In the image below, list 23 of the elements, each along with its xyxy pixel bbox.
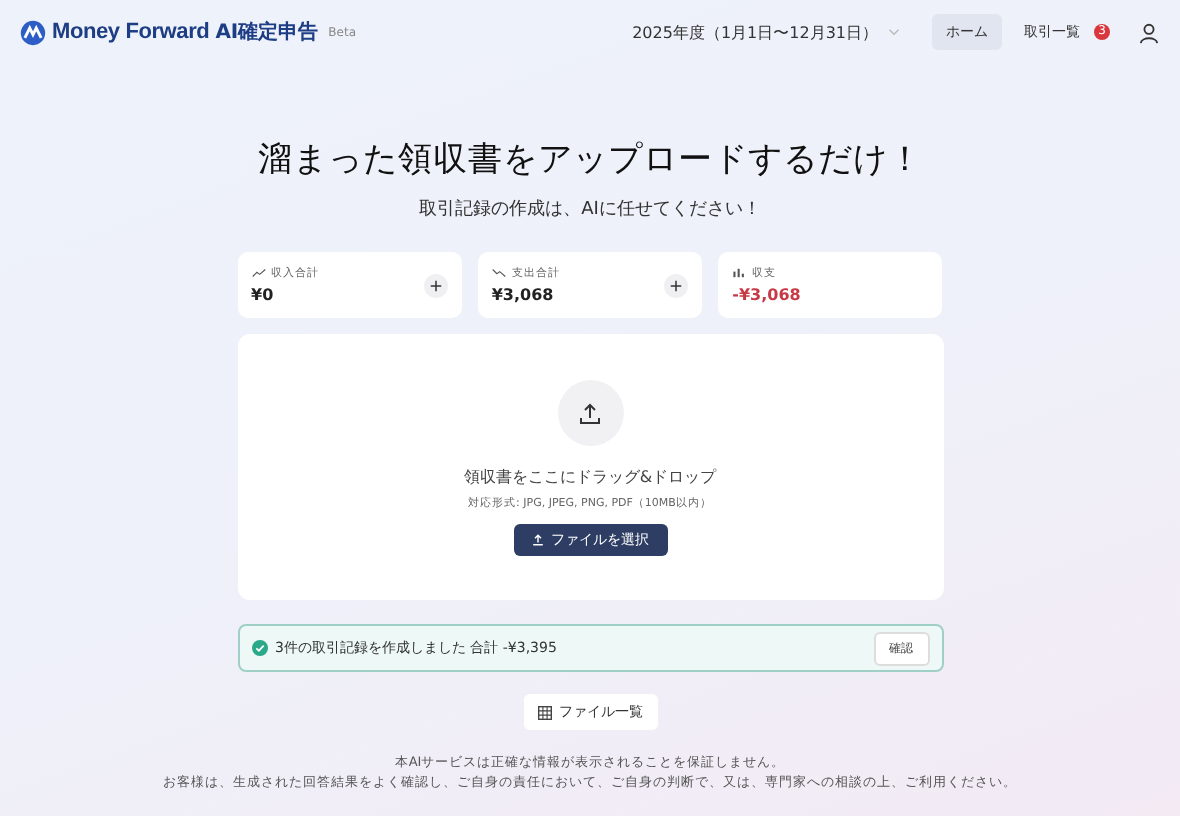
user-icon[interactable] [1138, 21, 1160, 43]
product-name: AI確定申告 [215, 18, 319, 46]
bar-chart-icon [732, 268, 747, 278]
hero-subtitle: 取引記録の作成は、AIに任せてください！ [419, 197, 761, 222]
drop-prompt: 領収書をここにドラッグ&ドロップ [463, 466, 717, 488]
check-circle-icon [251, 640, 267, 656]
plus-icon [670, 279, 683, 291]
add-button[interactable] [664, 273, 689, 297]
grid-icon [537, 705, 551, 719]
upload-icon [531, 534, 543, 546]
fiscal-year-dropdown[interactable]: 2025年度（1月1日〜12月31日） [632, 21, 900, 43]
stat-value: ¥3,068 [491, 286, 556, 304]
logo-icon [20, 19, 46, 45]
plus-icon [429, 279, 442, 291]
trend-down-icon [491, 268, 506, 278]
trend-up-icon [251, 268, 265, 278]
chevron-down-icon [888, 28, 900, 36]
brand-name: Money Forward [52, 20, 210, 44]
add-button[interactable] [423, 273, 448, 297]
hero-title: 溜まった領収書をアップロードするだけ！ [257, 138, 923, 182]
upload-icon [557, 380, 623, 446]
stat-value: -¥3,068 [732, 286, 801, 304]
stat-value: ¥0 [251, 286, 276, 304]
